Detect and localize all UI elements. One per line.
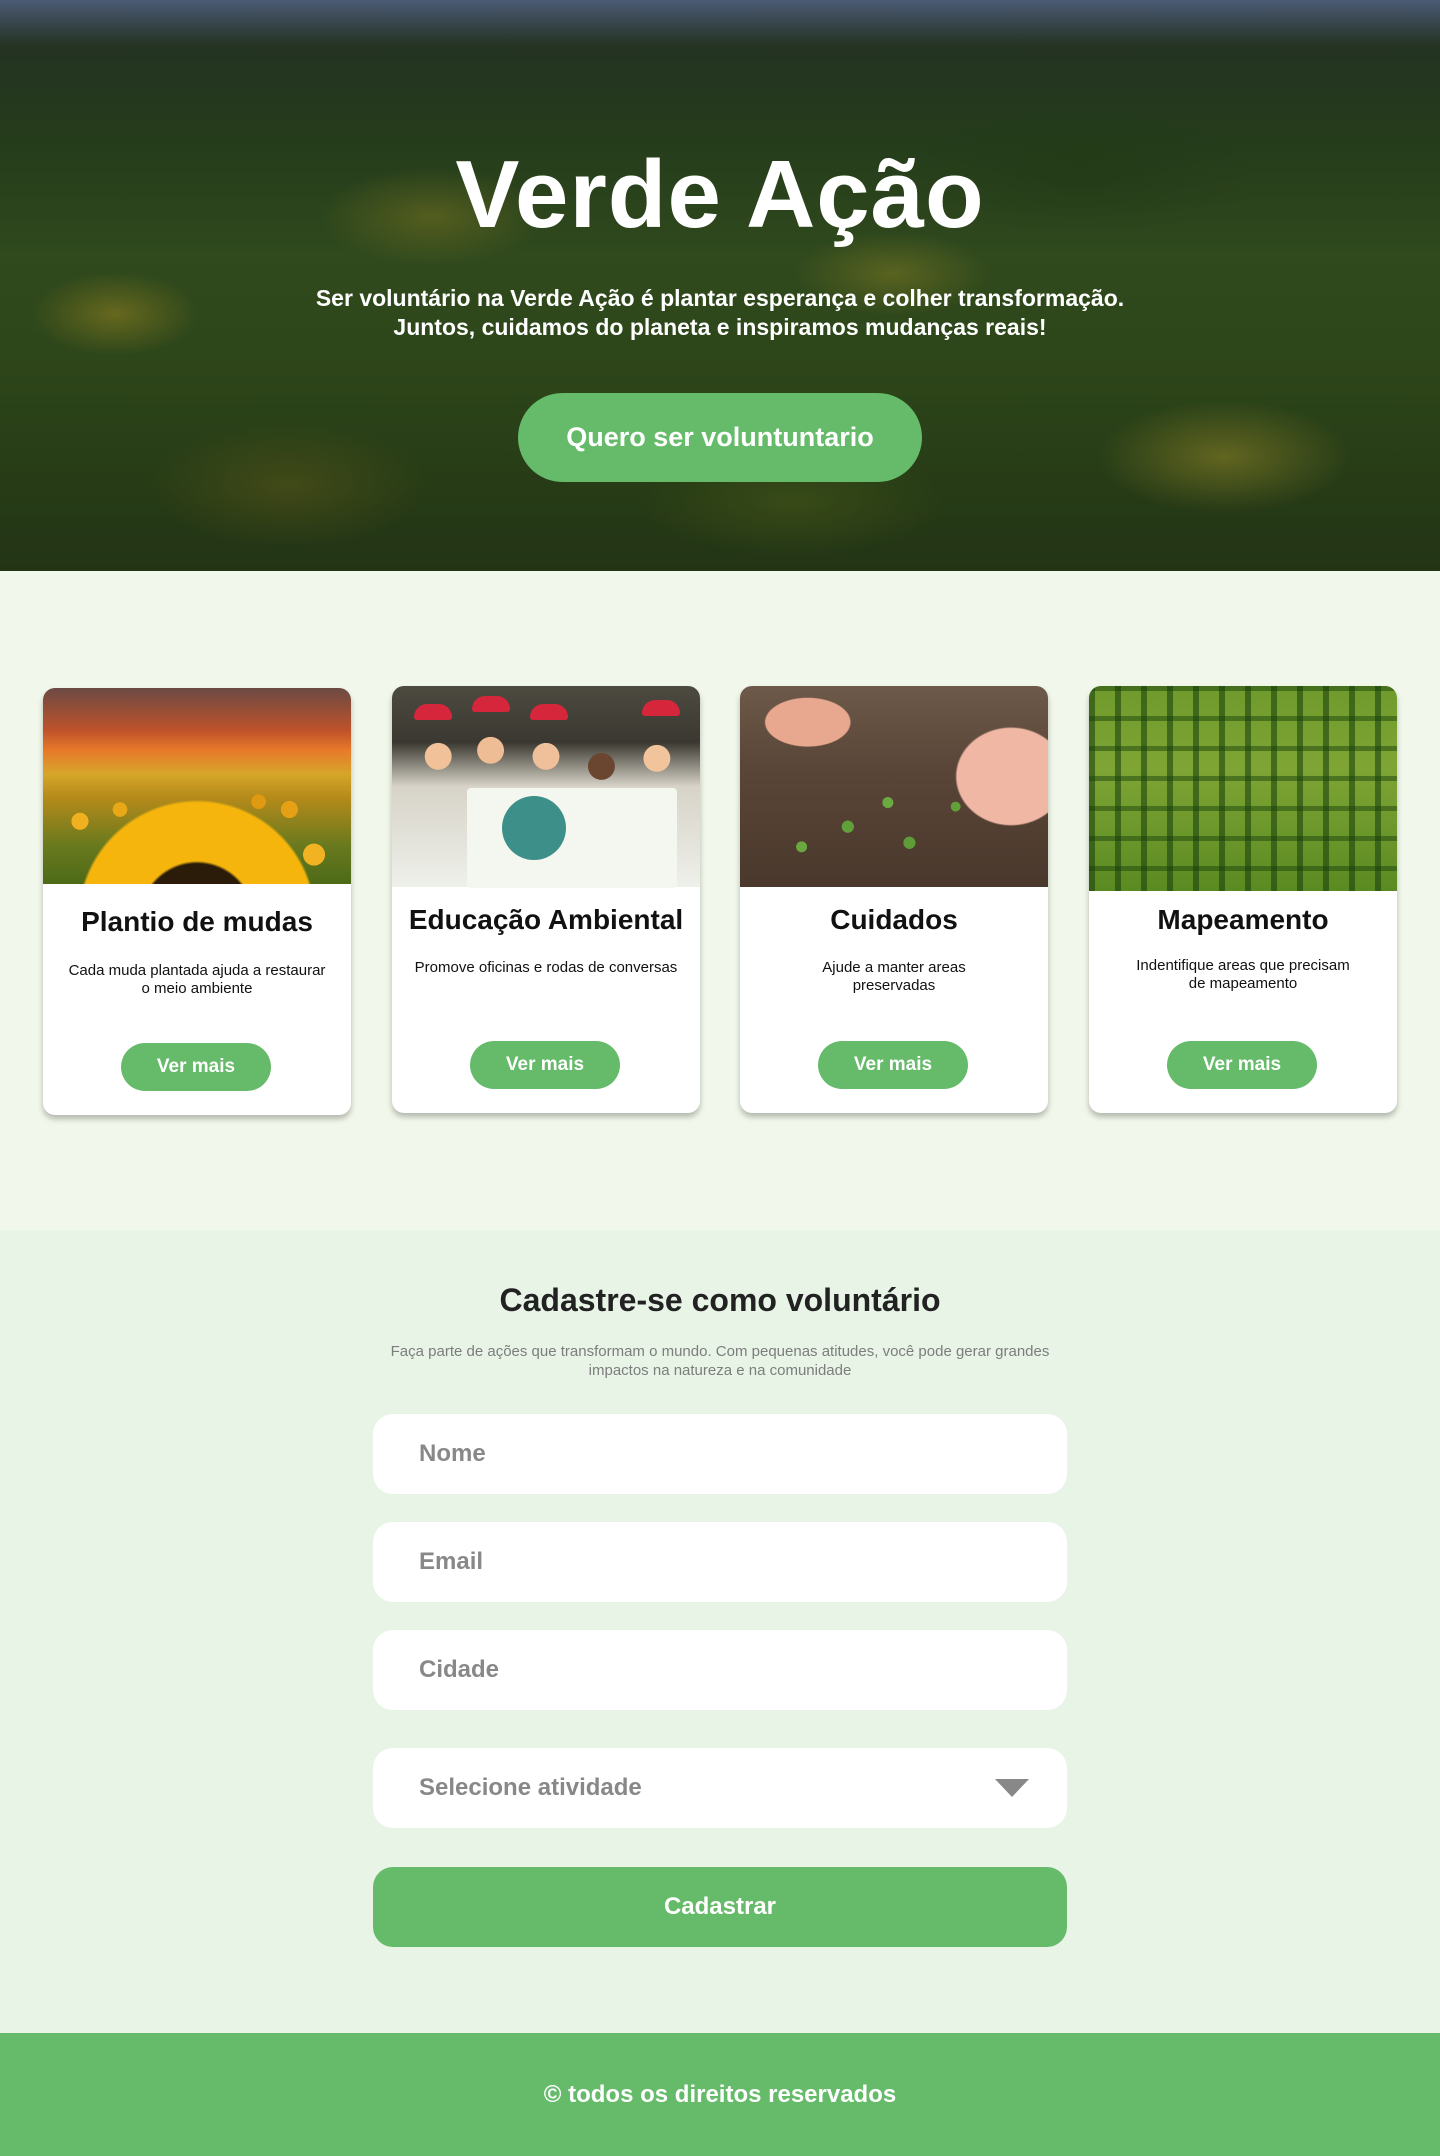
ver-mais-button[interactable]: Ver mais [1167,1041,1317,1089]
gardening-hands-image [740,686,1048,887]
hat-decoration [472,696,510,712]
card-title: Cuidados [830,904,958,935]
hat-decoration [530,704,568,720]
hat-decoration [414,704,452,720]
card-title: Plantio de mudas [81,906,313,937]
activities-section: Plantio de mudas Cada muda plantada ajud… [0,571,1440,1230]
card-title: Educação Ambiental [408,904,684,935]
activity-card-plantio: Plantio de mudas Cada muda plantada ajud… [43,688,351,1115]
name-field[interactable] [373,1414,1067,1494]
recycling-banner [467,788,677,888]
card-title: Mapeamento [1157,904,1329,935]
activity-card-educacao: Educação Ambiental Promove oficinas e ro… [392,686,700,1113]
card-description: Cada muda plantada ajuda a restaurar o m… [68,962,326,997]
activity-card-mapeamento: Mapeamento Indentifique areas que precis… [1089,686,1397,1113]
sunflower-field-image [43,688,351,884]
signup-title: Cadastre-se como voluntário [499,1282,941,1318]
ver-mais-button[interactable]: Ver mais [818,1041,968,1089]
activity-select-label: Selecione atividade [419,1774,642,1801]
recycle-icon [502,796,566,860]
city-field[interactable] [373,1630,1067,1710]
hero-title: Verde Ação [455,141,985,248]
volunteer-cta-button[interactable]: Quero ser voluntuntario [518,393,922,482]
card-description: Ajude a manter areas preservadas [822,959,966,994]
email-field[interactable] [373,1522,1067,1602]
chevron-down-icon [995,1779,1029,1797]
hero-subtitle: Ser voluntário na Verde Ação é plantar e… [0,284,1440,342]
hero-section: Verde Ação Ser voluntário na Verde Ação … [0,0,1440,571]
submit-button[interactable]: Cadastrar [373,1867,1067,1947]
card-description: Indentifique areas que precisam de mapea… [1136,957,1350,992]
signup-description: Faça parte de ações que transformam o mu… [390,1343,1050,1379]
children-recycling-image [392,686,700,888]
hat-decoration [642,700,680,716]
signup-section: Cadastre-se como voluntário Faça parte d… [0,1230,1440,2033]
hero-subtitle-line-1: Ser voluntário na Verde Ação é plantar e… [315,285,1125,311]
ver-mais-button[interactable]: Ver mais [121,1043,271,1091]
ver-mais-button[interactable]: Ver mais [470,1041,620,1089]
pine-forest-image [1089,686,1397,891]
activity-select[interactable]: Selecione atividade [373,1748,1067,1828]
copyright-text: © todos os direitos reservados [543,2081,897,2108]
footer: © todos os direitos reservados [0,2033,1440,2156]
activity-card-cuidados: Cuidados Ajude a manter areas preservada… [740,686,1048,1113]
card-description: Promove oficinas e rodas de conversas [414,959,678,976]
hero-subtitle-line-2: Juntos, cuidamos do planeta e inspiramos… [393,314,1047,340]
